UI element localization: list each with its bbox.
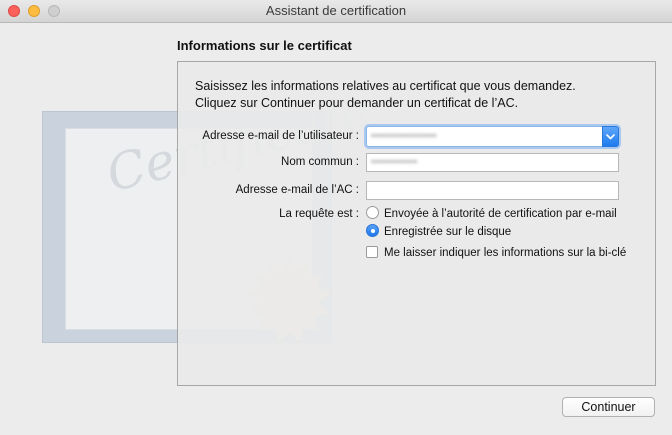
window-title: Assistant de certification xyxy=(265,3,407,18)
user-email-value: ••••••••••••••••• xyxy=(371,130,437,142)
common-name-label: Nom commun : xyxy=(281,156,359,168)
common-name-value: •••••••••••• xyxy=(371,156,418,168)
user-email-combobox[interactable]: ••••••••••••••••• xyxy=(366,126,619,147)
dropdown-button[interactable] xyxy=(602,126,619,147)
intro-line-1: Saisissez les informations relatives au … xyxy=(195,79,576,93)
assistant-window: Assistant de certification Certificate I… xyxy=(0,0,672,435)
radio-disk-option[interactable]: Enregistrée sur le disque xyxy=(366,224,511,240)
intro-text: Saisissez les informations relatives au … xyxy=(195,78,645,112)
keypair-checkbox[interactable] xyxy=(366,246,378,258)
radio-disk-label: Enregistrée sur le disque xyxy=(384,226,512,238)
request-label: La requête est : xyxy=(279,208,359,220)
ca-email-field[interactable] xyxy=(366,181,619,200)
title-bar[interactable]: Assistant de certification xyxy=(0,0,672,23)
radio-disk[interactable] xyxy=(366,224,379,237)
section-title: Informations sur le certificat xyxy=(177,38,352,53)
intro-line-2: Cliquez sur Continuer pour demander un c… xyxy=(195,96,519,110)
user-email-label: Adresse e-mail de l’utilisateur : xyxy=(202,130,359,142)
chevron-down-icon xyxy=(606,134,615,140)
common-name-field[interactable]: •••••••••••• xyxy=(366,153,619,172)
keypair-checkbox-label: Me laisser indiquer les informations sur… xyxy=(384,247,627,259)
ca-email-label: Adresse e-mail de l’AC : xyxy=(235,184,359,196)
radio-email-option[interactable]: Envoyée à l’autorité de certification pa… xyxy=(366,206,617,222)
radio-email-label: Envoyée à l’autorité de certification pa… xyxy=(384,208,617,220)
radio-email[interactable] xyxy=(366,206,379,219)
form-panel: Saisissez les informations relatives au … xyxy=(177,61,656,386)
keypair-option[interactable]: Me laisser indiquer les informations sur… xyxy=(366,245,626,261)
continue-button[interactable]: Continuer xyxy=(562,397,655,417)
